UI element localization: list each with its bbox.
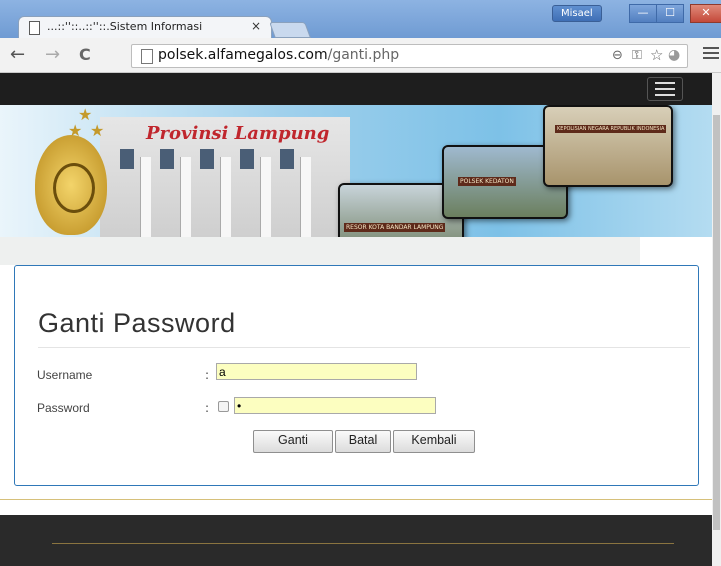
extension-icon[interactable]: ◕ bbox=[668, 47, 680, 63]
banner-photo-sign: KEPOLISIAN NEGARA REPUBLIK INDONESIA bbox=[543, 105, 673, 187]
batal-button[interactable]: Batal bbox=[335, 430, 391, 453]
header-banner: ★ ★ ★ Provinsi Lampung RESOR KOTA BANDAR… bbox=[0, 105, 712, 237]
username-label: Username bbox=[37, 368, 93, 382]
maximize-button[interactable]: ☐ bbox=[656, 4, 684, 23]
hamburger-menu-icon[interactable] bbox=[647, 77, 683, 101]
change-password-panel: Ganti Password Username : a Password : •… bbox=[14, 265, 699, 486]
footer-divider bbox=[0, 499, 712, 500]
url-path: /ganti.php bbox=[327, 47, 400, 63]
minimize-button[interactable]: — bbox=[629, 4, 657, 23]
bookmark-star-icon[interactable]: ☆ bbox=[650, 46, 663, 64]
url-text: polsek.alfamegalos.com/ganti.php bbox=[158, 47, 399, 63]
reload-icon[interactable]: C bbox=[79, 45, 91, 64]
police-emblem-icon bbox=[35, 135, 107, 235]
new-tab-button[interactable] bbox=[269, 22, 311, 38]
colon: : bbox=[205, 401, 210, 415]
colon: : bbox=[205, 368, 210, 382]
profile-button[interactable]: Misael bbox=[552, 5, 602, 22]
page-icon bbox=[29, 21, 40, 35]
site-footer bbox=[0, 515, 712, 566]
browser-tab[interactable]: ...::''::..::''::.Sistem Informasi × bbox=[18, 16, 272, 39]
page-info-icon[interactable] bbox=[141, 49, 153, 64]
back-icon[interactable]: ← bbox=[10, 44, 25, 65]
scrollbar[interactable] bbox=[712, 73, 721, 566]
tab-close-icon[interactable]: × bbox=[251, 19, 261, 33]
password-label: Password bbox=[37, 401, 90, 415]
footer-line bbox=[52, 543, 674, 544]
close-window-button[interactable]: ✕ bbox=[690, 4, 721, 23]
url-host: polsek.alfamegalos.com bbox=[158, 47, 328, 63]
province-text: Provinsi Lampung bbox=[146, 123, 330, 144]
show-password-checkbox[interactable] bbox=[218, 401, 229, 412]
password-input[interactable]: • bbox=[234, 397, 436, 414]
star-icon: ★ bbox=[68, 121, 83, 140]
site-navbar bbox=[0, 73, 712, 105]
browser-toolbar: ← → C polsek.alfamegalos.com/ganti.php ⊖… bbox=[0, 38, 721, 73]
address-bar[interactable]: polsek.alfamegalos.com/ganti.php ⊖ ⚿ ☆ bbox=[131, 44, 688, 68]
title-divider bbox=[38, 347, 690, 348]
zoom-icon[interactable]: ⊖ bbox=[612, 48, 623, 63]
forward-icon[interactable]: → bbox=[45, 44, 60, 65]
kembali-button[interactable]: Kembali bbox=[393, 430, 475, 453]
star-icon: ★ bbox=[90, 121, 105, 140]
username-input[interactable]: a bbox=[216, 363, 417, 380]
tab-title: ...::''::..::''::.Sistem Informasi bbox=[47, 20, 203, 33]
scrollbar-thumb[interactable] bbox=[713, 115, 720, 530]
browser-window: ...::''::..::''::.Sistem Informasi × Mis… bbox=[0, 0, 721, 566]
page-title: Ganti Password bbox=[38, 308, 236, 338]
ganti-button[interactable]: Ganti bbox=[253, 430, 333, 453]
grey-strip bbox=[0, 237, 640, 265]
photo-sign: POLSEK KEDATON bbox=[458, 177, 516, 186]
photo-sign: KEPOLISIAN NEGARA REPUBLIK INDONESIA bbox=[555, 125, 667, 133]
key-icon[interactable]: ⚿ bbox=[632, 48, 642, 63]
photo-sign: RESOR KOTA BANDAR LAMPUNG bbox=[344, 223, 446, 232]
title-bar: ...::''::..::''::.Sistem Informasi × Mis… bbox=[0, 0, 721, 39]
page-viewport: ★ ★ ★ Provinsi Lampung RESOR KOTA BANDAR… bbox=[0, 73, 712, 566]
chrome-menu-icon[interactable] bbox=[703, 44, 719, 62]
